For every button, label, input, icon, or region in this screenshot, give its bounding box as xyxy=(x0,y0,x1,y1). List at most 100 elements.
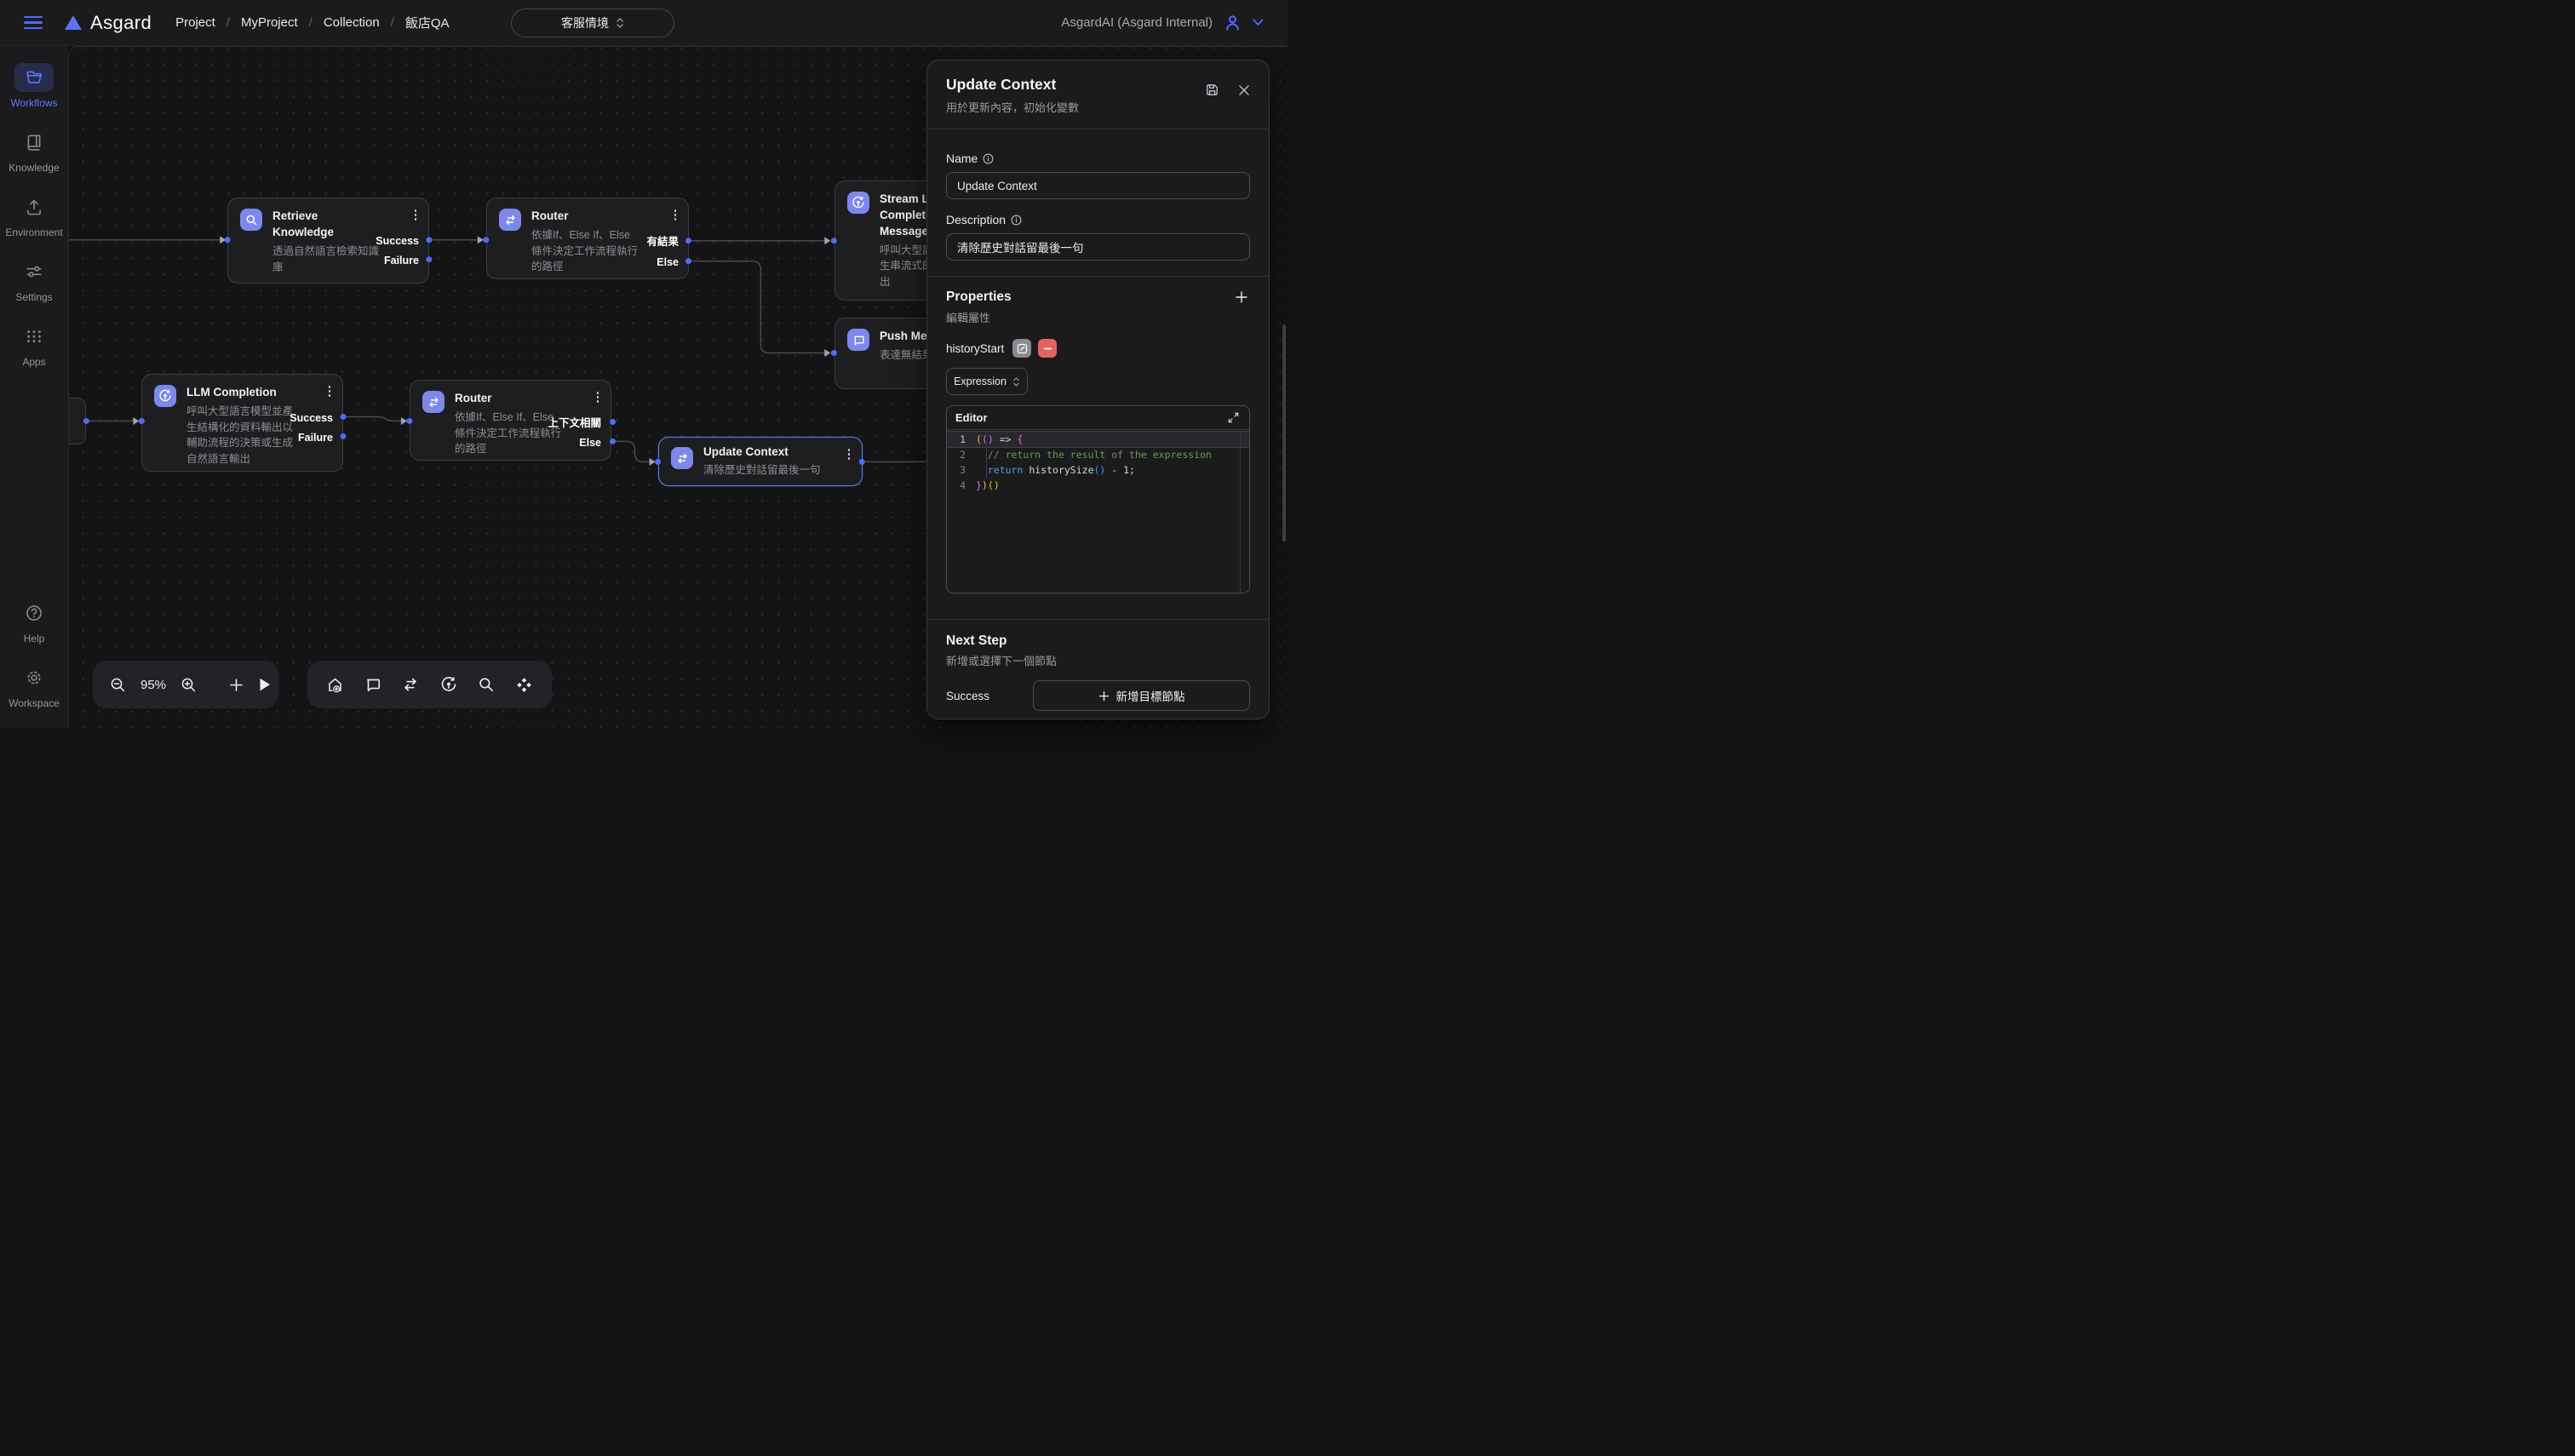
environment-selector-label: 客服情境 xyxy=(561,14,609,32)
remove-property-button[interactable] xyxy=(1038,339,1057,358)
node-menu-icon[interactable] xyxy=(673,208,679,222)
property-type-value: Expression xyxy=(954,375,1006,387)
exchange-arrows-icon xyxy=(402,676,419,693)
plus-icon xyxy=(1235,290,1248,304)
node-offscreen-left[interactable] xyxy=(68,398,86,444)
node-update-context[interactable]: Update Context 清除歷史對話留最後一句 xyxy=(658,437,863,486)
breadcrumb-item-myproject[interactable]: MyProject xyxy=(241,15,298,30)
environment-selector[interactable]: 客服情境 xyxy=(511,9,674,37)
exchange-arrows-icon xyxy=(504,214,517,226)
sidebar-item-settings[interactable]: Settings xyxy=(14,257,54,303)
add-retrieve-node-button[interactable] xyxy=(476,674,496,695)
breadcrumb-item-project[interactable]: Project xyxy=(175,15,215,30)
output-port-label[interactable]: Failure xyxy=(298,431,333,444)
add-target-node-button[interactable]: 新增目標節點 xyxy=(1033,680,1250,711)
add-button[interactable] xyxy=(227,676,245,694)
expression-editor[interactable]: Editor 1(() => { 2 // return the result … xyxy=(946,405,1250,593)
node-menu-icon[interactable] xyxy=(846,447,852,461)
sidebar-item-label: Apps xyxy=(22,356,45,368)
sidebar-item-workspace[interactable]: Workspace xyxy=(9,663,60,709)
breadcrumb-item-current[interactable]: 飯店QA xyxy=(405,14,450,32)
output-port-label[interactable]: Failure xyxy=(384,254,419,267)
node-title: Retrieve Knowledge xyxy=(272,209,368,241)
sliders-icon xyxy=(25,262,43,281)
output-port-label[interactable]: Else xyxy=(657,255,679,269)
edit-property-button[interactable] xyxy=(1012,339,1031,358)
node-title: Router xyxy=(531,209,627,225)
grid-icon xyxy=(25,327,43,346)
play-icon xyxy=(258,677,272,692)
node-menu-icon[interactable] xyxy=(413,208,419,222)
sidebar-item-workflows[interactable]: Workflows xyxy=(10,63,57,109)
info-icon[interactable] xyxy=(983,153,994,164)
output-port-label[interactable]: 有結果 xyxy=(646,235,679,249)
output-port-label[interactable]: 上下文相關 xyxy=(548,416,601,430)
node-menu-icon[interactable] xyxy=(327,384,333,398)
output-port-label[interactable]: Success xyxy=(376,234,419,248)
node-router-top[interactable]: Router 依據If、Else If、Else條件決定工作流程執行的路徑 有結… xyxy=(486,198,689,279)
plus-icon xyxy=(229,678,244,692)
sidebar-item-environment[interactable]: Environment xyxy=(5,192,62,238)
exchange-arrows-icon xyxy=(427,396,440,409)
sidebar-item-knowledge[interactable]: Knowledge xyxy=(9,128,59,174)
add-router-node-button[interactable] xyxy=(400,674,421,695)
sidebar: Workflows Knowledge Environment Settings xyxy=(0,46,68,728)
editor-heading: Editor xyxy=(955,411,988,424)
upload-icon xyxy=(25,198,43,216)
run-button[interactable] xyxy=(256,675,273,694)
topbar: Asgard Project / MyProject / Collection … xyxy=(0,0,1288,46)
zoom-in-icon xyxy=(181,677,197,693)
sidebar-item-help[interactable]: Help xyxy=(14,599,54,645)
name-label: Name xyxy=(946,152,978,165)
node-title: Update Context xyxy=(703,444,799,461)
panel-divider xyxy=(927,619,1269,620)
breadcrumb-item-collection[interactable]: Collection xyxy=(324,15,380,30)
add-property-button[interactable] xyxy=(1233,289,1250,306)
help-circle-icon xyxy=(25,604,43,622)
expand-editor-button[interactable] xyxy=(1226,410,1241,425)
account-menu[interactable]: AsgardAI (Asgard Internal) xyxy=(1061,14,1264,32)
add-special-node-button[interactable] xyxy=(513,674,535,696)
zoom-level: 95% xyxy=(139,678,168,692)
zoom-out-button[interactable] xyxy=(108,675,128,695)
app-logo[interactable]: Asgard xyxy=(65,12,152,34)
output-port-label[interactable]: Success xyxy=(290,411,333,425)
description-input[interactable] xyxy=(946,233,1250,261)
node-title: Router xyxy=(455,391,550,407)
folder-icon xyxy=(25,68,43,87)
sidebar-item-apps[interactable]: Apps xyxy=(14,322,54,368)
next-step-row: Success 新增目標節點 xyxy=(946,680,1250,711)
window-scrollbar[interactable] xyxy=(1282,324,1286,542)
edge-router-else-to-push xyxy=(688,261,828,353)
property-type-select[interactable]: Expression xyxy=(946,368,1028,395)
node-router-bottom[interactable]: Router 依據If、Else If、Else條件決定工作流程執行的路徑 上下… xyxy=(410,380,611,461)
minus-icon xyxy=(1043,344,1052,353)
add-message-node-button[interactable] xyxy=(363,674,383,695)
node-llm-completion[interactable]: LLM Completion 呼叫大型語言模型並產生結構化的資料輸出以輔助流程的… xyxy=(141,374,343,472)
chevron-up-down-icon xyxy=(616,17,624,29)
code-line: 1(() => { xyxy=(947,432,1249,447)
code-area[interactable]: 1(() => { 2 // return the result of the … xyxy=(947,430,1249,593)
info-icon[interactable] xyxy=(1011,215,1022,226)
hamburger-menu-icon[interactable] xyxy=(24,16,43,30)
name-input[interactable] xyxy=(946,172,1250,199)
llm-refresh-bulb-icon xyxy=(852,196,865,209)
add-entry-node-button[interactable] xyxy=(324,674,346,696)
sidebar-item-label: Environment xyxy=(5,226,62,238)
add-llm-node-button[interactable] xyxy=(439,674,459,695)
sidebar-item-label: Help xyxy=(24,633,45,645)
output-port-label[interactable]: Else xyxy=(579,436,601,450)
user-icon xyxy=(1224,14,1242,32)
node-retrieve-knowledge[interactable]: Retrieve Knowledge 透過自然語言檢索知識庫 Success F… xyxy=(227,198,429,284)
close-button[interactable] xyxy=(1236,83,1252,98)
node-menu-icon[interactable] xyxy=(595,390,601,404)
save-button[interactable] xyxy=(1203,81,1221,99)
zoom-in-button[interactable] xyxy=(179,675,198,695)
editor-scrollbar[interactable] xyxy=(1240,430,1241,593)
indent-guide xyxy=(986,447,987,478)
property-row: historyStart xyxy=(946,339,1250,358)
chevron-up-down-icon xyxy=(1012,376,1020,387)
description-label-row: Description xyxy=(946,213,1250,226)
description-label: Description xyxy=(946,213,1006,226)
account-name: AsgardAI (Asgard Internal) xyxy=(1061,15,1213,30)
